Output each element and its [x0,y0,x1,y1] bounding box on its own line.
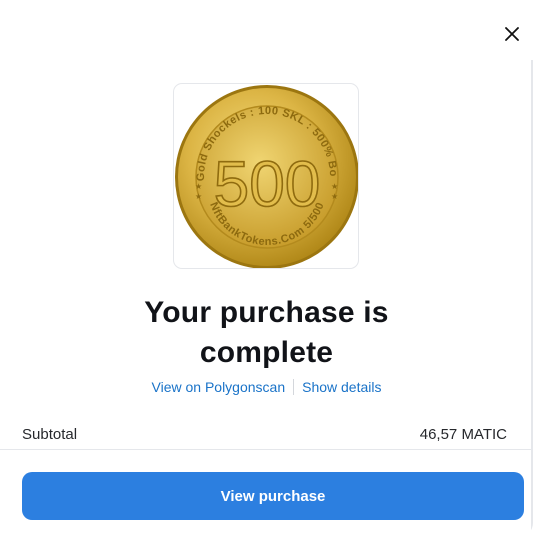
footer-divider [0,449,533,450]
view-purchase-button[interactable]: View purchase [22,472,524,520]
svg-text:★: ★ [195,192,202,201]
coin-stars-right: ★ [331,182,338,191]
purchase-complete-modal: 20 Gold Shockels : 100 SKL : 500% Bonus … [0,0,533,537]
link-divider [293,379,295,395]
subtotal-label: Subtotal [22,425,78,443]
close-icon [505,27,519,41]
svg-text:★: ★ [331,192,338,201]
coin-value-text: 500 [214,148,321,220]
show-details-link[interactable]: Show details [302,379,381,395]
gold-coin-image: 20 Gold Shockels : 100 SKL : 500% Bonus … [174,84,358,268]
title-line-1: Your purchase is [144,296,389,329]
subtotal-value: 46,57 MATIC [419,425,507,443]
coin-stars-left: ★ [195,182,202,191]
title-line-2: complete [199,336,334,369]
view-on-explorer-link[interactable]: View on Polygonscan [152,379,286,395]
page-title: Your purchase is complete [0,293,533,373]
subtotal-row: Subtotal 46,57 MATIC [22,424,507,444]
nft-image-card: 20 Gold Shockels : 100 SKL : 500% Bonus … [173,83,359,269]
link-row: View on Polygonscan Show details [0,377,533,397]
close-button[interactable] [498,20,526,48]
